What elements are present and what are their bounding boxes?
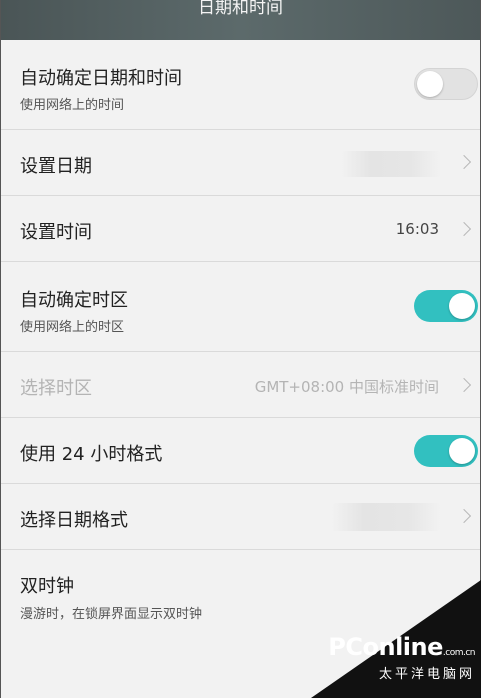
chevron-right-icon — [456, 154, 472, 170]
row-subtitle: 使用网络上的时间 — [20, 98, 125, 113]
row-label: 使用 24 小时格式 — [20, 444, 163, 465]
row-set-date[interactable]: 设置日期 — [0, 130, 481, 196]
row-label: 设置时间 — [20, 222, 92, 243]
row-auto-date-time[interactable]: 自动确定日期和时间 使用网络上的时间 — [0, 40, 481, 130]
date-format-value-blurred — [331, 503, 441, 531]
watermark-text: PConline.com.cn 太平洋电脑网 — [315, 633, 475, 682]
row-auto-time-zone[interactable]: 自动确定时区 使用网络上的时区 — [0, 262, 481, 352]
toggle-knob — [417, 71, 443, 97]
watermark-logo: PConline.com.cn — [328, 633, 475, 661]
time-zone-value: GMT+08:00 中国标准时间 — [254, 378, 439, 396]
row-subtitle: 使用网络上的时区 — [20, 320, 125, 335]
row-label: 设置日期 — [20, 156, 92, 177]
row-24-hour-format[interactable]: 使用 24 小时格式 — [0, 418, 481, 484]
24-hour-format-toggle[interactable] — [414, 435, 478, 467]
chevron-right-icon — [456, 221, 472, 237]
toggle-knob — [449, 438, 475, 464]
row-select-time-zone[interactable]: 选择时区 GMT+08:00 中国标准时间 — [0, 352, 481, 418]
row-select-date-format[interactable]: 选择日期格式 — [0, 484, 481, 550]
page-title: 日期和时间 — [198, 0, 283, 18]
row-label: 自动确定日期和时间 — [20, 68, 182, 89]
row-label: 自动确定时区 — [20, 290, 128, 311]
row-label: 选择日期格式 — [20, 510, 128, 531]
row-set-time[interactable]: 设置时间 16:03 — [0, 196, 481, 262]
row-label: 选择时区 — [20, 378, 92, 399]
title-bar: 日期和时间 — [0, 0, 481, 40]
row-label: 双时钟 — [20, 576, 74, 597]
watermark-subtitle: 太平洋电脑网 — [378, 667, 475, 682]
auto-time-zone-toggle[interactable] — [414, 290, 478, 322]
toggle-knob — [449, 293, 475, 319]
chevron-right-icon — [456, 508, 472, 524]
time-value: 16:03 — [395, 220, 439, 238]
settings-list: 自动确定日期和时间 使用网络上的时间 设置日期 设置时间 16:03 自动确定时… — [0, 40, 481, 640]
date-value-blurred — [341, 151, 441, 177]
row-subtitle: 漫游时，在锁屏界面显示双时钟 — [20, 607, 203, 622]
chevron-right-icon — [456, 377, 472, 393]
auto-date-time-toggle[interactable] — [414, 68, 478, 100]
